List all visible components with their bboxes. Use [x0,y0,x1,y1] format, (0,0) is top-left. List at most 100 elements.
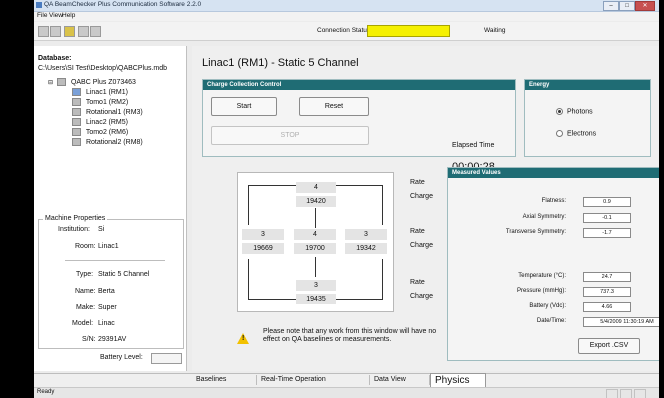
status-text: Ready [37,389,55,395]
app-icon [36,2,42,8]
tree-item-linac1[interactable]: Linac1 (RM1) [48,88,143,98]
battery-vdc-value: 4.66 [583,302,631,312]
battery-level-label: Battery Level: [100,354,143,361]
pressure-label: Pressure (mmHg): [516,288,566,294]
type-value: Static 5 Channel [98,271,150,278]
machine-icon [72,118,81,127]
top-charge: 19420 [296,196,336,207]
left-charge: 19669 [242,243,284,254]
grid-line [315,208,316,228]
axial-symmetry-value: -0.1 [583,213,631,223]
page-title: Linac1 (RM1) - Static 5 Channel [202,57,359,69]
battery-level-indicator [151,353,182,364]
transverse-symmetry-label: Transverse Symmetry: [505,229,566,235]
model-value: Linac [98,320,115,327]
rate-label-bottom: Rate [410,279,425,286]
tab-real-time-operation[interactable]: Real-Time Operation [257,375,370,385]
tab-baselines[interactable]: Baselines [192,375,257,385]
electrons-radio[interactable]: Electrons [556,130,596,137]
institution-value: Si [98,226,105,233]
toolbar: Connection Status: Waiting [34,22,659,41]
status-panel [606,389,618,398]
channel-grid: 4 19420 3 19669 4 19700 3 19342 3 19435 [237,172,394,312]
menu-help[interactable]: Help [62,12,75,19]
minimize-icon[interactable]: – [603,1,619,11]
tree-item-label: Tomo2 (RM6) [85,129,129,136]
database-label: Database: [38,55,72,62]
settings-icon[interactable] [78,26,89,37]
tree-item-label: Tomo1 (RM2) [85,99,129,106]
tab-data-view[interactable]: Data View [370,375,430,385]
right-rate: 3 [345,229,387,240]
center-rate: 4 [294,229,336,240]
stop-button[interactable]: STOP [211,126,369,145]
tab-bar: Baselines Real-Time Operation Data View … [34,373,659,387]
menu-view[interactable]: View [49,12,63,19]
export-csv-button[interactable]: Export .CSV [578,338,640,354]
name-label: Name: [75,288,96,295]
grid-line [248,259,249,299]
start-button[interactable]: Start [211,97,277,116]
charge-collection-caption: Charge Collection Control [203,80,515,90]
device-tree: ⊟ QABC Plus Z073463 Linac1 (RM1) Tomo1 (… [48,78,143,148]
charge-label-bottom: Charge [410,293,433,300]
open-icon[interactable] [38,26,49,37]
room-value: Linac1 [98,243,119,250]
tree-item-tomo1[interactable]: Tomo1 (RM2) [48,98,143,108]
menu-file[interactable]: File [37,12,47,19]
maximize-icon[interactable]: □ [619,1,635,11]
axial-symmetry-label: Axial Symmetry: [522,214,566,220]
device-icon [56,78,66,87]
right-charge: 19342 [345,243,387,254]
tree-item-tomo2[interactable]: Tomo2 (RM6) [48,128,143,138]
database-path: C:\Users\SI Test\Desktop\QABCPlus.mdb [38,65,168,72]
datetime-value: 5/4/2009 11:30:19 AM [583,317,659,327]
radio-selected-icon [556,108,563,115]
collapse-icon[interactable]: ⊟ [48,80,53,86]
datetime-label: Date/Time: [536,318,566,324]
bottom-charge: 19435 [296,294,336,304]
status-panel [620,389,632,398]
save-icon[interactable] [50,26,61,37]
connection-status-text: Waiting [484,27,506,34]
app-window: QA BeamChecker Plus Communication Softwa… [34,0,659,398]
machine-icon [72,108,81,117]
make-label: Make: [76,304,96,311]
name-value: Berta [98,288,115,295]
tree-item-rotational2[interactable]: Rotational2 (RM8) [48,138,143,148]
pressure-value: 737.3 [583,287,631,297]
model-label: Model: [72,320,94,327]
energy-caption: Energy [525,80,650,90]
tree-item-label: Linac2 (RM5) [85,119,128,126]
battery-vdc-label: Battery (Vdc): [529,303,566,309]
transverse-symmetry-value: -1.7 [583,228,631,238]
photons-radio[interactable]: Photons [556,108,593,115]
tree-item-label: Linac1 (RM1) [85,89,128,96]
measured-values: Measured Values Flatness: 0.9 Axial Symm… [447,167,659,361]
grid-line [248,185,249,225]
close-icon[interactable]: ✕ [635,1,655,11]
window-icon[interactable] [90,26,101,37]
grid-line [382,259,383,299]
left-rate: 3 [242,229,284,240]
connect-icon[interactable] [64,26,75,37]
status-panel [634,389,646,398]
radio-unselected-icon [556,130,563,137]
bottom-rate: 3 [296,280,336,291]
tree-root[interactable]: ⊟ QABC Plus Z073463 [48,78,143,88]
window-title: QA BeamChecker Plus Communication Softwa… [44,1,202,8]
institution-label: Institution: [58,226,90,233]
make-value: Super [98,304,117,311]
machine-icon [72,88,81,97]
reset-button[interactable]: Reset [299,97,369,116]
connection-status-label: Connection Status: [317,27,372,34]
tree-item-linac2[interactable]: Linac2 (RM5) [48,118,143,128]
temperature-value: 24.7 [583,272,631,282]
machine-properties-legend: Machine Properties [43,215,108,222]
measured-values-caption: Measured Values [448,168,659,178]
tree-item-rotational1[interactable]: Rotational1 (RM3) [48,108,143,118]
tab-physics[interactable]: Physics [430,373,486,387]
rate-label-top: Rate [410,179,425,186]
connection-status-bar [367,25,450,37]
divider [65,260,165,261]
